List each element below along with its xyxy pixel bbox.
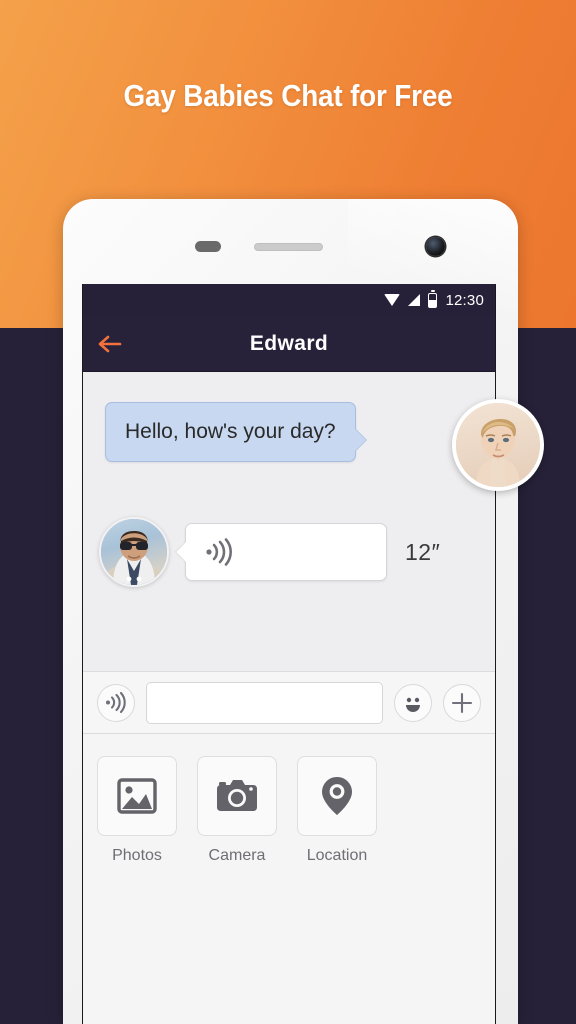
proximity-sensor-icon (195, 241, 221, 252)
location-pin-icon (297, 756, 377, 836)
earpiece-speaker-icon (254, 243, 323, 251)
message-bubble-voice[interactable] (185, 523, 387, 581)
battery-icon (428, 289, 438, 308)
phone-mockup: 12:30 Edward Hello, how's your day? 12″ … (63, 199, 518, 1024)
wifi-icon (384, 294, 401, 306)
attachment-label: Location (306, 847, 368, 864)
promo-screenshot: Gay Babies Chat for Free 12:30 Edward He… (0, 0, 576, 1024)
chat-title-bar: Edward (83, 316, 495, 372)
voice-wave-icon (206, 538, 232, 566)
front-camera-icon (426, 237, 445, 256)
message-input-bar (83, 672, 495, 734)
attachment-label: Camera (208, 847, 266, 864)
message-input-field[interactable] (146, 681, 383, 724)
attachment-camera[interactable]: Camera (197, 756, 277, 1024)
voice-duration: 12″ (405, 538, 441, 565)
status-bar-time: 12:30 (445, 291, 484, 309)
phone-screen: 12:30 Edward Hello, how's your day? 12″ … (82, 284, 496, 1024)
status-bar: 12:30 (83, 284, 495, 316)
voice-record-icon[interactable] (97, 683, 135, 722)
avatar-edward[interactable] (452, 399, 544, 491)
back-arrow-icon[interactable] (97, 334, 127, 354)
attachment-label: Photos (112, 847, 162, 864)
attachment-panel: Photos Camera Location (83, 734, 495, 1024)
signal-icon (408, 294, 421, 306)
message-row-outgoing: Hello, how's your day? (105, 402, 356, 462)
emoji-smiley-icon[interactable] (394, 683, 432, 722)
promo-headline: Gay Babies Chat for Free (123, 78, 453, 113)
plus-icon[interactable] (443, 683, 481, 722)
page-title: Edward (249, 331, 329, 355)
camera-icon (197, 756, 277, 836)
photos-icon (97, 756, 177, 836)
avatar-contact[interactable] (99, 517, 169, 587)
message-row-incoming: 12″ (99, 517, 440, 587)
attachment-photos[interactable]: Photos (97, 756, 177, 1024)
message-bubble-text[interactable]: Hello, how's your day? (105, 402, 356, 462)
attachment-location[interactable]: Location (297, 756, 377, 1024)
chat-message-list[interactable]: Hello, how's your day? 12″ (83, 372, 495, 672)
